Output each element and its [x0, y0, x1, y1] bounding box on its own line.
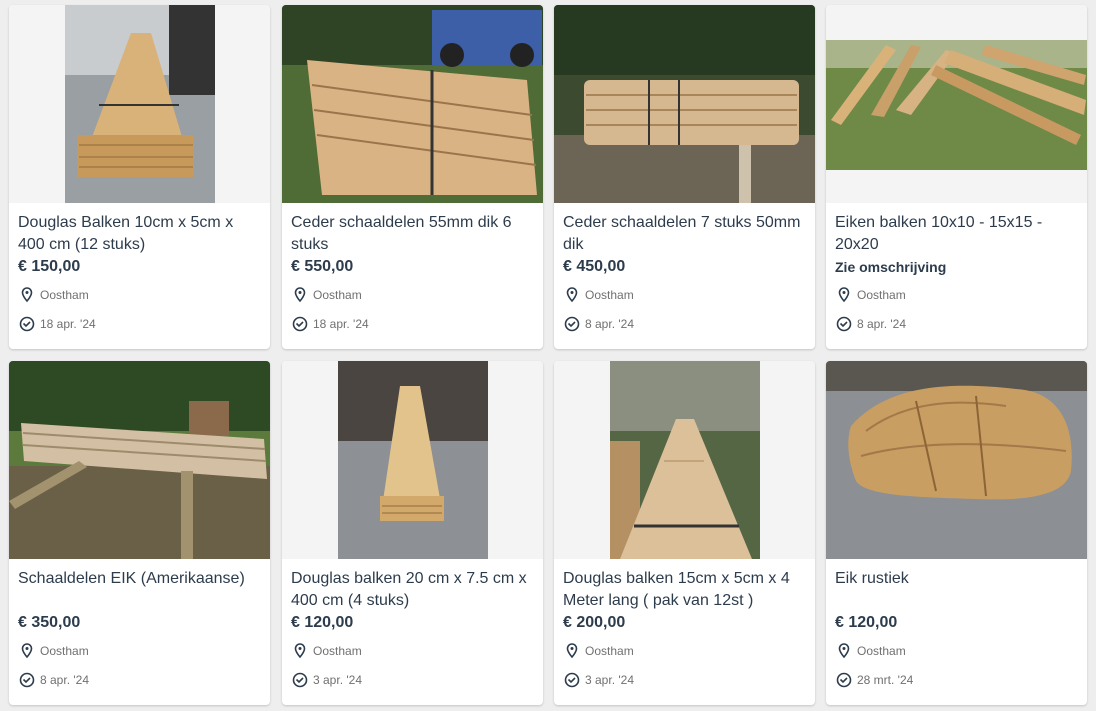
- listing-price: Zie omschrijving: [835, 259, 947, 275]
- listing-card[interactable]: Eiken balken 10x10 - 15x15 - 20x20 Zie o…: [826, 5, 1087, 349]
- listing-photo[interactable]: [554, 361, 815, 559]
- location-pin-icon: [838, 287, 850, 303]
- date-text: 8 apr. '24: [40, 673, 89, 687]
- listing-price: € 150,00: [18, 258, 81, 275]
- location-text: Oostham: [857, 288, 906, 302]
- listing-title[interactable]: Ceder schaaldelen 55mm dik 6 stuks: [291, 212, 534, 256]
- listing-card[interactable]: Schaaldelen EIK (Amerikaanse) € 350,00 O…: [9, 361, 270, 705]
- location-text: Oostham: [40, 644, 89, 658]
- listing-price: € 450,00: [563, 258, 626, 275]
- clock-icon: [564, 672, 580, 688]
- listing-date: 8 apr. '24: [18, 667, 261, 693]
- listing-price: € 120,00: [291, 614, 354, 631]
- listing-location: Oostham: [291, 638, 534, 664]
- listing-grid: Douglas Balken 10cm x 5cm x 400 cm (12 s…: [0, 0, 1096, 711]
- listing-location: Oostham: [563, 638, 806, 664]
- listing-location: Oostham: [18, 638, 261, 664]
- listing-location: Oostham: [835, 282, 1078, 308]
- date-text: 8 apr. '24: [585, 317, 634, 331]
- listing-title[interactable]: Eik rustiek: [835, 568, 1078, 612]
- location-pin-icon: [566, 287, 578, 303]
- listing-price: € 200,00: [563, 614, 626, 631]
- location-pin-icon: [294, 643, 306, 659]
- listing-card[interactable]: Eik rustiek € 120,00 Oostham 28 mrt. '24: [826, 361, 1087, 705]
- listing-card[interactable]: Ceder schaaldelen 55mm dik 6 stuks € 550…: [282, 5, 543, 349]
- listing-title[interactable]: Ceder schaaldelen 7 stuks 50mm dik: [563, 212, 806, 256]
- date-text: 28 mrt. '24: [857, 673, 914, 687]
- listing-price: € 550,00: [291, 258, 354, 275]
- listing-date: 18 apr. '24: [18, 311, 261, 337]
- location-text: Oostham: [40, 288, 89, 302]
- location-pin-icon: [294, 287, 306, 303]
- location-text: Oostham: [857, 644, 906, 658]
- clock-icon: [292, 672, 308, 688]
- location-pin-icon: [838, 643, 850, 659]
- date-text: 18 apr. '24: [313, 317, 369, 331]
- listing-location: Oostham: [835, 638, 1078, 664]
- clock-icon: [292, 316, 308, 332]
- listing-title[interactable]: Douglas balken 20 cm x 7.5 cm x 400 cm (…: [291, 568, 534, 612]
- listing-photo[interactable]: [282, 5, 543, 203]
- date-text: 3 apr. '24: [313, 673, 362, 687]
- listing-date: 18 apr. '24: [291, 311, 534, 337]
- clock-icon: [836, 316, 852, 332]
- listing-date: 8 apr. '24: [835, 311, 1078, 337]
- location-pin-icon: [21, 287, 33, 303]
- listing-date: 3 apr. '24: [563, 667, 806, 693]
- listing-title[interactable]: Eiken balken 10x10 - 15x15 - 20x20: [835, 212, 1078, 256]
- clock-icon: [19, 316, 35, 332]
- location-pin-icon: [21, 643, 33, 659]
- listing-card[interactable]: Douglas balken 20 cm x 7.5 cm x 400 cm (…: [282, 361, 543, 705]
- listing-card[interactable]: Douglas Balken 10cm x 5cm x 400 cm (12 s…: [9, 5, 270, 349]
- listing-location: Oostham: [291, 282, 534, 308]
- listing-title[interactable]: Schaaldelen EIK (Amerikaanse): [18, 568, 261, 612]
- date-text: 18 apr. '24: [40, 317, 96, 331]
- listing-location: Oostham: [563, 282, 806, 308]
- listing-date: 8 apr. '24: [563, 311, 806, 337]
- location-text: Oostham: [313, 288, 362, 302]
- location-text: Oostham: [585, 288, 634, 302]
- listing-photo[interactable]: [554, 5, 815, 203]
- listing-card[interactable]: Ceder schaaldelen 7 stuks 50mm dik € 450…: [554, 5, 815, 349]
- listing-photo[interactable]: [826, 5, 1087, 203]
- listing-title[interactable]: Douglas balken 15cm x 5cm x 4 Meter lang…: [563, 568, 806, 612]
- date-text: 3 apr. '24: [585, 673, 634, 687]
- listing-photo[interactable]: [9, 5, 270, 203]
- listing-photo[interactable]: [826, 361, 1087, 559]
- listing-date: 28 mrt. '24: [835, 667, 1078, 693]
- location-pin-icon: [566, 643, 578, 659]
- listing-date: 3 apr. '24: [291, 667, 534, 693]
- listing-price: € 120,00: [835, 614, 898, 631]
- location-text: Oostham: [313, 644, 362, 658]
- listing-title[interactable]: Douglas Balken 10cm x 5cm x 400 cm (12 s…: [18, 212, 261, 256]
- clock-icon: [19, 672, 35, 688]
- location-text: Oostham: [585, 644, 634, 658]
- clock-icon: [836, 672, 852, 688]
- listing-photo[interactable]: [282, 361, 543, 559]
- listing-card[interactable]: Douglas balken 15cm x 5cm x 4 Meter lang…: [554, 361, 815, 705]
- listing-location: Oostham: [18, 282, 261, 308]
- date-text: 8 apr. '24: [857, 317, 906, 331]
- clock-icon: [564, 316, 580, 332]
- listing-photo[interactable]: [9, 361, 270, 559]
- listing-price: € 350,00: [18, 614, 81, 631]
